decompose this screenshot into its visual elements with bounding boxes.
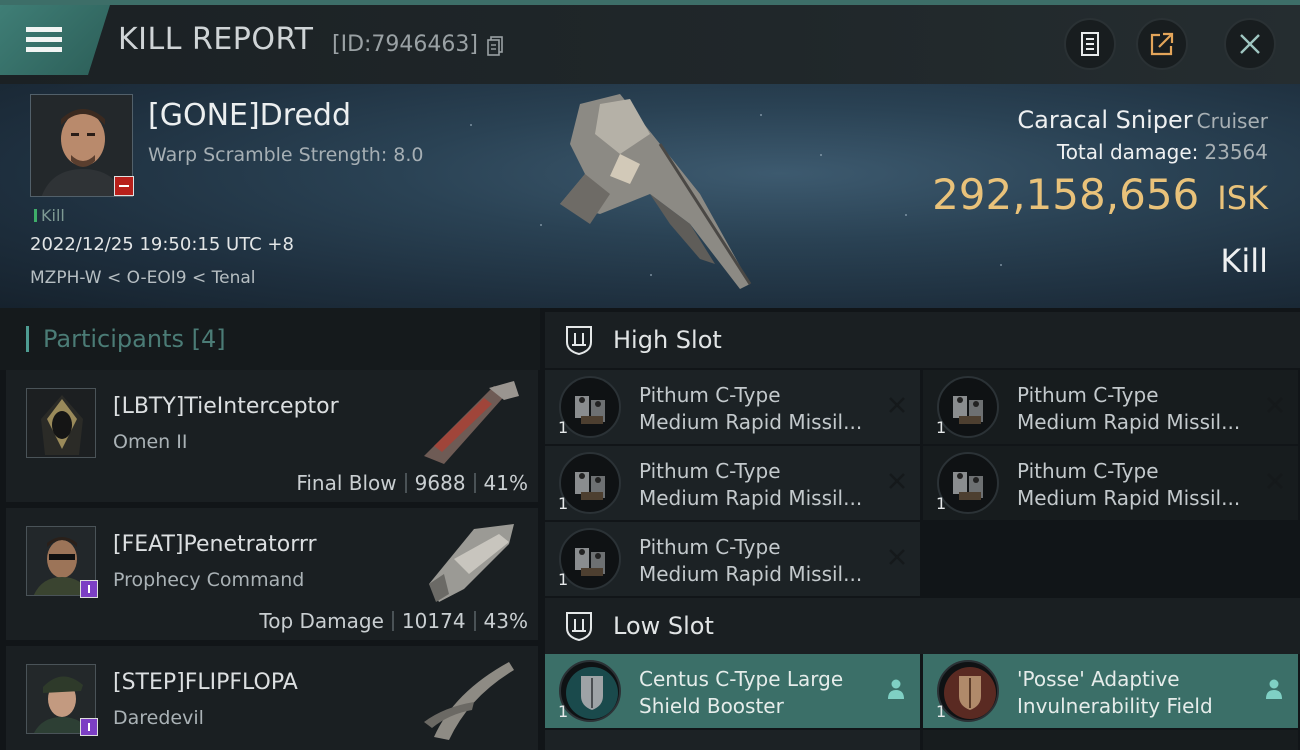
participant-ship-image <box>424 662 514 740</box>
module-name: Centus C-Type Large <box>639 667 844 691</box>
participant-name[interactable]: [FEAT]Penetratorrr <box>113 532 317 557</box>
warp-scramble-strength: Warp Scramble Strength: 8.0 <box>148 144 424 166</box>
share-icon <box>1150 32 1174 56</box>
module-item[interactable]: 1 Pithum C-Type Medium Rapid Missil... <box>923 370 1298 444</box>
module-item[interactable]: 1 Pithum C-Type Medium Rapid Missil... <box>545 370 920 444</box>
module-name: Pithum C-Type <box>639 535 781 559</box>
high-slot-title: High Slot <box>613 326 722 354</box>
module-name-detail: Medium Rapid Missil... <box>1017 410 1241 434</box>
low-slot-header: Low Slot <box>545 598 1300 654</box>
total-damage: Total damage: 23564 <box>1056 140 1268 164</box>
launcher-icon <box>937 452 999 514</box>
module-name-detail: Invulnerability Field <box>1017 694 1213 718</box>
victim-ship-image <box>560 94 752 289</box>
participant-ship: Omen II <box>113 431 188 453</box>
module-name-detail: Shield Booster <box>639 694 784 718</box>
low-slot-title: Low Slot <box>613 612 714 640</box>
copy-icon[interactable] <box>487 36 503 56</box>
clipboard-button[interactable] <box>1064 18 1116 70</box>
module-item-partial[interactable] <box>545 730 920 750</box>
kill-id: [ID:7946463] <box>332 32 478 57</box>
module-name-detail: Medium Rapid Missil... <box>639 410 863 434</box>
destroyed-icon <box>889 473 905 489</box>
page-title: KILL REPORT <box>118 22 314 57</box>
user-icon <box>888 679 904 699</box>
participant-row[interactable]: [STEP]FLIPFLOPA Daredevil <box>6 646 538 750</box>
module-name: Pithum C-Type <box>1017 459 1159 483</box>
victim-ship[interactable]: Caracal Sniper Cruiser <box>1017 106 1268 134</box>
participant-badge <box>80 718 98 736</box>
share-button[interactable] <box>1136 18 1188 70</box>
module-name-detail: Medium Rapid Missil... <box>639 562 863 586</box>
participant-row[interactable]: [LBTY]TieInterceptor Omen II Final Blow 9… <box>6 370 538 504</box>
shield-booster-icon <box>559 660 621 722</box>
module-item[interactable]: 1 Pithum C-Type Medium Rapid Missil... <box>545 446 920 520</box>
shield-slot-icon <box>566 326 592 356</box>
clipboard-icon <box>1081 32 1099 56</box>
victim-name[interactable]: [GONE]Dredd <box>148 98 351 133</box>
launcher-icon <box>559 528 621 590</box>
module-name: Pithum C-Type <box>639 383 781 407</box>
module-item[interactable]: 1 Centus C-Type Large Shield Booster <box>545 654 920 728</box>
user-icon <box>1266 679 1282 699</box>
module-item[interactable]: 1 Pithum C-Type Medium Rapid Missil... <box>923 446 1298 520</box>
victim-banner: [GONE]Dredd Warp Scramble Strength: 8.0 … <box>0 84 1300 308</box>
module-name: 'Posse' Adaptive <box>1017 667 1180 691</box>
participant-row[interactable]: [FEAT]Penetratorrr Prophecy Command Top … <box>6 508 538 642</box>
shield-slot-icon <box>566 612 592 642</box>
top-accent-line <box>0 0 1300 5</box>
launcher-icon <box>937 376 999 438</box>
participant-ship-image <box>424 381 519 464</box>
module-name: Pithum C-Type <box>639 459 781 483</box>
participant-stats: Top Damage 10174 43% <box>259 609 528 633</box>
destroyed-icon <box>1267 473 1283 489</box>
high-slot-header: High Slot <box>545 312 1300 368</box>
participant-name[interactable]: [LBTY]TieInterceptor <box>113 394 339 419</box>
kill-location[interactable]: MZPH-W < O-EOI9 < Tenal <box>30 268 256 288</box>
module-item[interactable]: 1 'Posse' Adaptive Invulnerability Field <box>923 654 1298 728</box>
launcher-icon <box>559 376 621 438</box>
menu-icon <box>26 27 62 52</box>
kill-datetime: 2022/12/25 19:50:15 UTC +8 <box>30 234 294 255</box>
isk-value: 292,158,656 ISK <box>932 170 1268 219</box>
close-icon <box>1240 34 1260 54</box>
launcher-icon <box>559 452 621 514</box>
destroyed-icon <box>889 397 905 413</box>
destroyed-icon <box>1267 397 1283 413</box>
module-name-detail: Medium Rapid Missil... <box>1017 486 1241 510</box>
module-item-partial[interactable] <box>923 730 1298 750</box>
kill-tag: Kill <box>34 206 65 225</box>
module-name-detail: Medium Rapid Missil... <box>639 486 863 510</box>
loss-badge <box>114 176 134 196</box>
participant-ship: Daredevil <box>113 707 204 729</box>
kill-result: Kill <box>1220 242 1268 280</box>
participants-title: Participants [4] <box>26 326 226 352</box>
participant-ship: Prophecy Command <box>113 569 305 591</box>
module-item[interactable]: 1 Pithum C-Type Medium Rapid Missil... <box>545 522 920 596</box>
participant-badge <box>80 580 98 598</box>
invulnerability-field-icon <box>937 660 999 722</box>
participant-name[interactable]: [STEP]FLIPFLOPA <box>113 670 298 695</box>
module-name: Pithum C-Type <box>1017 383 1159 407</box>
destroyed-icon <box>889 549 905 565</box>
participant-portrait <box>26 388 96 458</box>
close-button[interactable] <box>1224 18 1276 70</box>
participant-stats: Final Blow 9688 41% <box>296 471 528 495</box>
participant-ship-image <box>429 524 514 602</box>
